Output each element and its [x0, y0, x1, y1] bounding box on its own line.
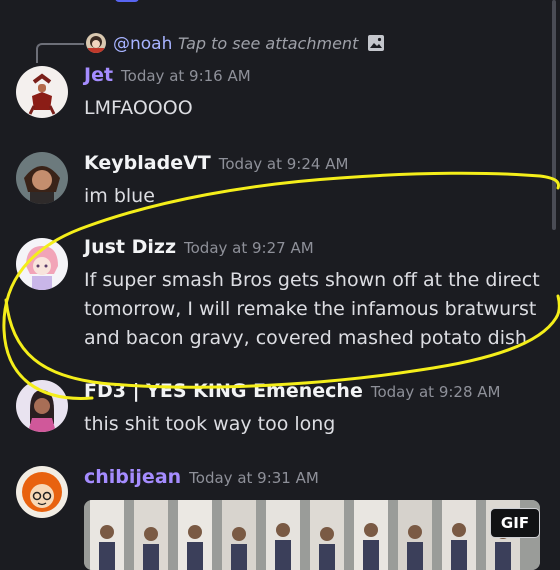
timestamp: Today at 9:27 AM — [184, 239, 314, 257]
username[interactable]: Jet — [84, 64, 113, 86]
avatar-fd3[interactable] — [16, 380, 68, 432]
timestamp: Today at 9:24 AM — [218, 155, 349, 173]
image-icon — [368, 35, 384, 51]
reply-context[interactable]: @noah Tap to see attachment — [0, 30, 560, 63]
timestamp: Today at 9:16 AM — [121, 67, 251, 85]
avatar-just-dizz[interactable] — [16, 238, 68, 290]
avatar-chibijean[interactable] — [16, 466, 68, 518]
avatar-keybladevt[interactable] — [16, 152, 68, 204]
top-pill — [115, 0, 139, 2]
message-text: LMFAOOOO — [84, 94, 193, 123]
reply-avatar[interactable] — [86, 33, 106, 53]
username[interactable]: Just Dizz — [84, 236, 176, 258]
reply-connector-icon — [36, 43, 84, 63]
scrollbar-thumb[interactable] — [552, 0, 556, 230]
message-line: im blue — [84, 185, 155, 207]
username[interactable]: chibijean — [84, 466, 181, 488]
username[interactable]: FD3 | YES KING Emeneche — [84, 380, 363, 402]
message-line: and bacon gravy, covered mashed potato d… — [84, 327, 527, 349]
avatar-jet[interactable] — [16, 66, 68, 118]
timestamp: Today at 9:31 AM — [189, 469, 319, 487]
message-text: this shit took way too long — [84, 410, 335, 439]
message-line: If super smash Bros gets shown off at th… — [84, 269, 540, 291]
reply-username[interactable]: @noah — [113, 34, 172, 54]
reply-attachment-text[interactable]: Tap to see attachment — [178, 34, 358, 53]
username[interactable]: KeybladeVT — [84, 152, 211, 174]
message-line: LMFAOOOO — [84, 97, 193, 119]
message-line: this shit took way too long — [84, 413, 336, 435]
message-line: tomorrow, I will remake the infamous bra… — [84, 298, 537, 320]
gif-badge: GIF — [490, 508, 540, 538]
timestamp: Today at 9:28 AM — [370, 383, 501, 401]
message-text: im blue — [84, 182, 155, 211]
message-text: If super smash Bros gets shown off at th… — [84, 266, 540, 353]
